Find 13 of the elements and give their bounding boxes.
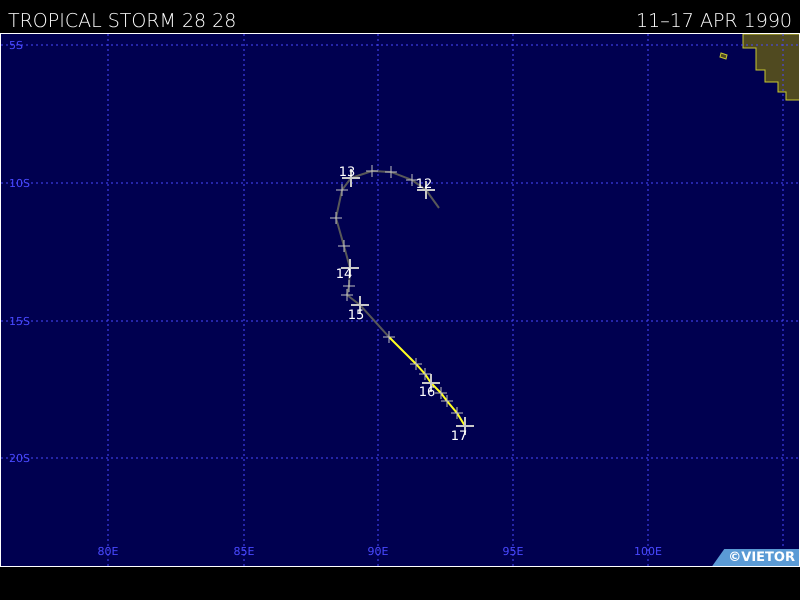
longitude-label: 85E (234, 545, 254, 558)
credit-label: ©VIETOR (712, 549, 799, 566)
longitude-label: 80E (98, 545, 118, 558)
storm-title: TROPICAL STORM 28 28 (8, 12, 236, 31)
day-label: 16 (418, 385, 436, 400)
date-range: 11–17 APR 1990 (636, 12, 792, 31)
longitude-label: 95E (502, 545, 524, 558)
day-label: 17 (450, 429, 468, 444)
longitude-label: 90E (368, 545, 388, 558)
latitude-label: 5S (9, 39, 23, 52)
day-label: 15 (348, 308, 364, 323)
longitude-label: 100E (634, 545, 662, 558)
day-label: 14 (336, 267, 352, 282)
